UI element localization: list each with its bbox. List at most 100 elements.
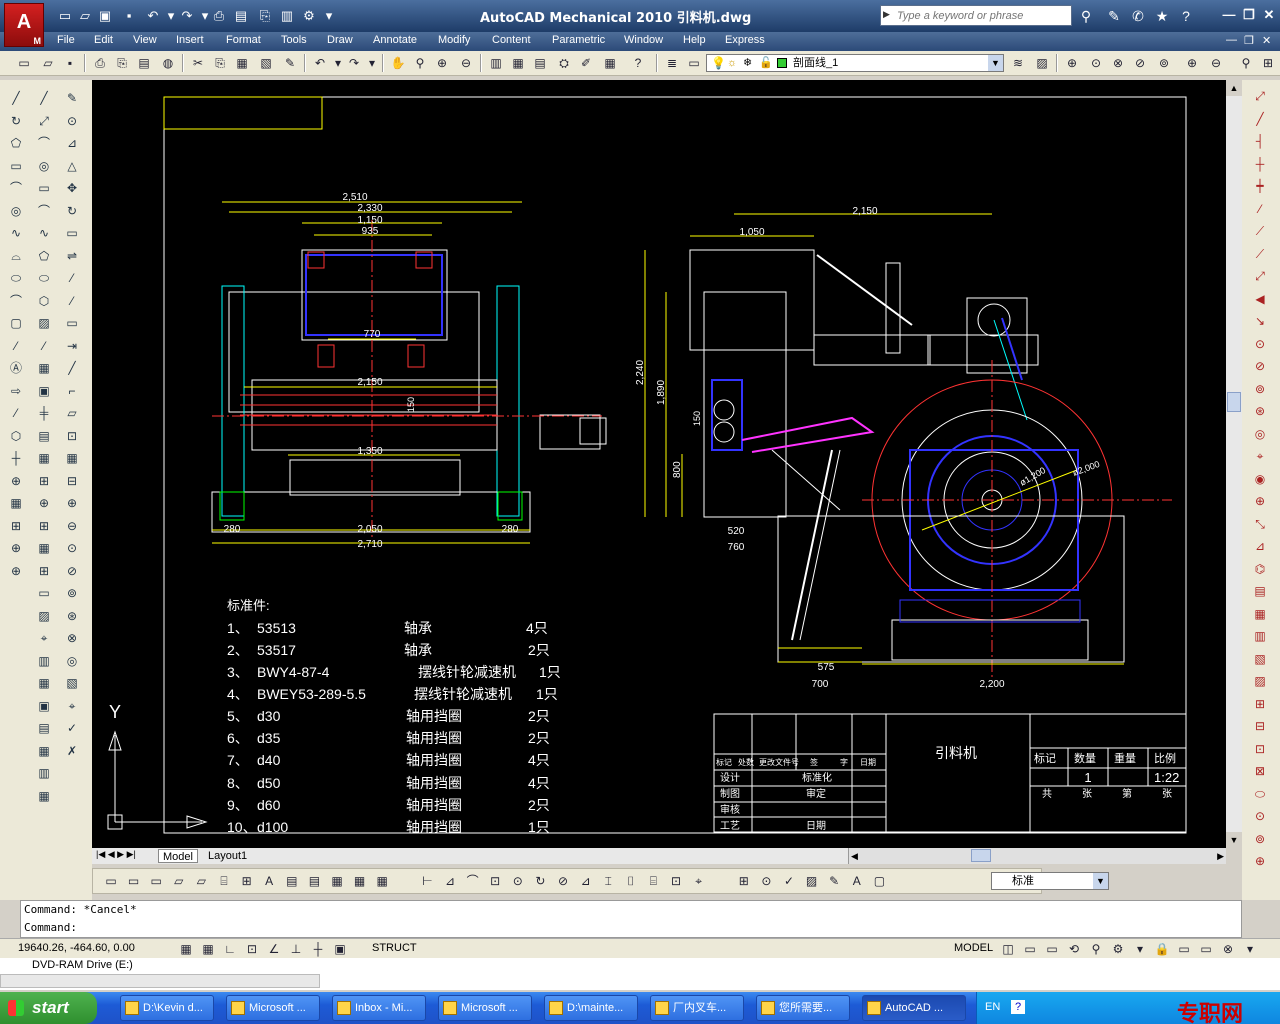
tool-palettes-icon[interactable]: ▤ bbox=[530, 53, 550, 73]
modify-tool-icon[interactable]: ⇌ bbox=[62, 246, 82, 266]
dimension-tool-icon[interactable]: ⁄ bbox=[1250, 199, 1270, 219]
help-icon[interactable]: ? bbox=[1176, 6, 1196, 26]
doc-minimize-icon[interactable]: — bbox=[1226, 34, 1237, 46]
dimension-tool-icon[interactable]: ⌬ bbox=[1250, 559, 1270, 579]
zoom-all-icon[interactable]: ⚲ bbox=[1236, 53, 1256, 73]
draw-tool-icon[interactable]: ⬭ bbox=[6, 268, 26, 288]
construction-tool-icon[interactable]: ⬡ bbox=[34, 291, 54, 311]
construction-tool-icon[interactable]: ▨ bbox=[34, 313, 54, 333]
drafting-toggle-icon[interactable]: ▦ bbox=[198, 939, 218, 959]
task-button[interactable]: D:\mainte... bbox=[544, 995, 638, 1021]
modify-tool-icon[interactable]: ⊟ bbox=[62, 471, 82, 491]
modify-tool-icon[interactable]: ⊿ bbox=[62, 133, 82, 153]
tab-layout1[interactable]: Layout1 bbox=[204, 849, 251, 863]
dimension-tool-icon[interactable]: ⟋ bbox=[1250, 221, 1270, 241]
menu-insert[interactable]: Insert bbox=[176, 34, 204, 46]
modify-tool-icon[interactable]: ⊡ bbox=[62, 426, 82, 446]
dimension-tool-icon[interactable]: ⊿ bbox=[1250, 536, 1270, 556]
construction-tool-icon[interactable]: ⬭ bbox=[34, 268, 54, 288]
mechanical-tool-icon[interactable]: ⌸ bbox=[643, 871, 663, 891]
status-tool-icon[interactable]: ▭ bbox=[1196, 939, 1216, 959]
mechanical-tool-icon[interactable]: ✓ bbox=[779, 871, 799, 891]
construction-tool-icon[interactable]: ⊞ bbox=[34, 471, 54, 491]
match-properties-icon[interactable]: ✎ bbox=[280, 53, 300, 73]
horizontal-scrollbar[interactable]: ◀ ▶ bbox=[848, 848, 1226, 864]
modify-tool-icon[interactable]: ⊗ bbox=[62, 628, 82, 648]
dimension-tool-icon[interactable]: ┼ bbox=[1250, 154, 1270, 174]
modify-tool-icon[interactable]: ⊖ bbox=[62, 516, 82, 536]
construction-tool-icon[interactable]: ▥ bbox=[34, 651, 54, 671]
mechanical-tool-icon[interactable]: A bbox=[847, 871, 867, 891]
status-tool-icon[interactable]: ▾ bbox=[1240, 939, 1260, 959]
zoom-out-icon[interactable]: ⊖ bbox=[1206, 53, 1226, 73]
draw-tool-icon[interactable]: ↻ bbox=[6, 111, 26, 131]
open-icon[interactable]: ▱ bbox=[76, 7, 94, 25]
construction-tool-icon[interactable]: ⌒ bbox=[34, 133, 54, 153]
construction-tool-icon[interactable]: ╱ bbox=[34, 88, 54, 108]
draw-tool-icon[interactable]: ⊞ bbox=[6, 516, 26, 536]
undo-tool-icon[interactable]: ↶ bbox=[310, 53, 330, 73]
drafting-toggle-icon[interactable]: ▣ bbox=[330, 939, 350, 959]
construction-tool-icon[interactable]: ╪ bbox=[34, 403, 54, 423]
modify-tool-icon[interactable]: ▭ bbox=[62, 223, 82, 243]
redo-list-icon[interactable]: ▾ bbox=[362, 53, 382, 73]
properties-icon[interactable]: ▥ bbox=[486, 53, 506, 73]
dimension-tool-icon[interactable]: ⟋ bbox=[1250, 244, 1270, 264]
start-button[interactable]: start bbox=[0, 992, 97, 1024]
sheet-icon[interactable]: ▥ bbox=[278, 7, 296, 25]
scroll-down-icon[interactable]: ▼ bbox=[1226, 832, 1242, 848]
dimension-tool-icon[interactable]: ⤢ bbox=[1250, 266, 1270, 286]
construction-tool-icon[interactable]: ▦ bbox=[34, 741, 54, 761]
construction-tool-icon[interactable]: ∿ bbox=[34, 223, 54, 243]
modify-tool-icon[interactable]: ⇥ bbox=[62, 336, 82, 356]
draw-tool-icon[interactable]: ⌒ bbox=[6, 291, 26, 311]
modify-tool-icon[interactable]: ▦ bbox=[62, 448, 82, 468]
pan-icon[interactable]: ✋ bbox=[388, 53, 408, 73]
dimension-tool-icon[interactable]: ▥ bbox=[1250, 626, 1270, 646]
dimension-tool-icon[interactable]: ⊙ bbox=[1250, 334, 1270, 354]
dimstyle-dropdown[interactable]: 标准 ▼ bbox=[991, 872, 1109, 890]
status-tool-icon[interactable]: ⊗ bbox=[1218, 939, 1238, 959]
make-current-icon[interactable]: ≋ bbox=[1008, 53, 1028, 73]
qa-more-icon[interactable]: ▾ bbox=[320, 7, 338, 25]
3d-dwf-icon[interactable]: ◍ bbox=[158, 53, 178, 73]
construction-tool-icon[interactable]: ⊞ bbox=[34, 516, 54, 536]
construction-tool-icon[interactable]: ▣ bbox=[34, 696, 54, 716]
dimension-tool-icon[interactable]: ⊟ bbox=[1250, 716, 1270, 736]
print-preview-icon[interactable]: ⎘ bbox=[256, 7, 274, 25]
draw-tool-icon[interactable]: ┼ bbox=[6, 448, 26, 468]
modify-tool-icon[interactable]: ▭ bbox=[62, 313, 82, 333]
communication-icon[interactable]: ✆ bbox=[1128, 6, 1148, 26]
dimension-tool-icon[interactable]: ⊛ bbox=[1250, 401, 1270, 421]
menu-help[interactable]: Help bbox=[683, 34, 706, 46]
status-tool-icon[interactable]: ▭ bbox=[1042, 939, 1062, 959]
app-menu-button[interactable]: AM bbox=[4, 3, 44, 47]
preview-icon[interactable]: ⎘ bbox=[112, 53, 132, 73]
minimize-icon[interactable]: — bbox=[1220, 6, 1238, 24]
construction-tool-icon[interactable]: ▨ bbox=[34, 606, 54, 626]
zoom-in-icon[interactable]: ⊕ bbox=[1182, 53, 1202, 73]
mechanical-tool-icon[interactable]: ⊞ bbox=[734, 871, 754, 891]
draw-tool-icon[interactable]: ⬠ bbox=[6, 133, 26, 153]
mechanical-tool-icon[interactable]: ▭ bbox=[101, 871, 121, 891]
mechanical-tool-icon[interactable]: ▦ bbox=[372, 871, 392, 891]
menu-annotate[interactable]: Annotate bbox=[373, 34, 417, 46]
drafting-toggle-icon[interactable]: ∠ bbox=[264, 939, 284, 959]
mechanical-tool-icon[interactable]: ⊙ bbox=[756, 871, 776, 891]
subscription-icon[interactable]: ✎ bbox=[1104, 6, 1124, 26]
draw-tool-icon[interactable]: ╱ bbox=[6, 88, 26, 108]
layer-state-icon[interactable]: ▨ bbox=[1032, 53, 1052, 73]
dimension-tool-icon[interactable]: ↘ bbox=[1250, 311, 1270, 331]
modify-tool-icon[interactable]: ⊘ bbox=[62, 561, 82, 581]
menu-content[interactable]: Content bbox=[492, 34, 531, 46]
menu-format[interactable]: Format bbox=[226, 34, 261, 46]
dimension-tool-icon[interactable]: ⊚ bbox=[1250, 379, 1270, 399]
search-box[interactable]: ▶ bbox=[880, 5, 1072, 26]
close-icon[interactable]: ✕ bbox=[1260, 6, 1278, 24]
mechanical-tool-icon[interactable]: ▭ bbox=[146, 871, 166, 891]
construction-tool-icon[interactable]: ▣ bbox=[34, 381, 54, 401]
menu-view[interactable]: View bbox=[133, 34, 157, 46]
binoculars-icon[interactable]: ⚲ bbox=[1076, 6, 1096, 26]
mechanical-tool-icon[interactable]: ⊿ bbox=[576, 871, 596, 891]
draw-tool-icon[interactable]: ▭ bbox=[6, 156, 26, 176]
